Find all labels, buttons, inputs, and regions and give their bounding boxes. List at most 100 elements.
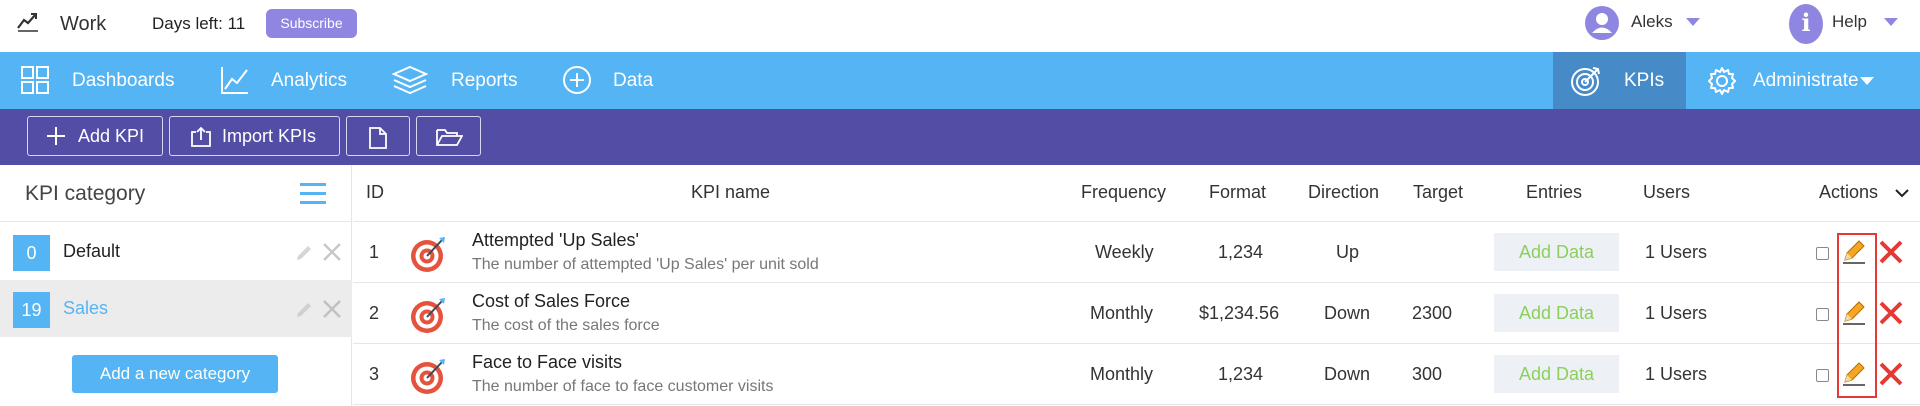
table-row[interactable]: 1 Attempted 'Up Sales' The number of att… xyxy=(353,222,1920,283)
column-header-frequency[interactable]: Frequency xyxy=(1081,182,1166,203)
import-kpis-button[interactable]: Import KPIs xyxy=(169,116,340,156)
kpi-users[interactable]: 1 Users xyxy=(1645,364,1707,385)
kpi-name[interactable]: Attempted 'Up Sales' xyxy=(472,230,639,251)
pencil-icon[interactable] xyxy=(294,243,314,263)
edit-column-highlight xyxy=(1837,233,1877,398)
gear-icon xyxy=(1708,67,1736,95)
column-header-users: Users xyxy=(1643,182,1691,202)
row-select-checkbox[interactable] xyxy=(1816,247,1829,260)
nav-dashboards-label: Dashboards xyxy=(72,70,175,91)
new-document-button[interactable] xyxy=(346,116,410,156)
close-icon[interactable] xyxy=(322,299,342,319)
kpi-format: 1,234 xyxy=(1218,242,1264,262)
sidebar-header: KPI category xyxy=(0,165,352,222)
category-label: Sales xyxy=(63,298,109,318)
add-kpi-button[interactable]: Add KPI xyxy=(27,116,163,156)
bullseye-target-icon xyxy=(411,298,445,333)
kpi-description: The number of face to face customer visi… xyxy=(472,378,774,395)
add-data-button[interactable]: Add Data xyxy=(1494,233,1619,271)
add-data-button[interactable]: Add Data xyxy=(1494,294,1619,332)
nav-data[interactable]: Data xyxy=(545,52,675,109)
top-bar: Work Days left: 11 Subscribe Aleks i Hel… xyxy=(0,0,1920,52)
column-header-id[interactable]: ID xyxy=(366,182,384,203)
row-id: 2 xyxy=(369,303,380,323)
add-kpi-label: Add KPI xyxy=(78,126,145,146)
add-data-button[interactable]: Add Data xyxy=(1494,355,1619,393)
table-row[interactable]: 2 Cost of Sales Force The cost of the sa… xyxy=(353,283,1920,344)
delete-x-icon[interactable] xyxy=(1878,300,1904,326)
main-navigation: Dashboards Analytics Reports Data KPIs A… xyxy=(0,52,1920,109)
kpi-direction: Up xyxy=(1336,242,1360,262)
row-select-checkbox[interactable] xyxy=(1816,308,1829,321)
nav-dashboards[interactable]: Dashboards xyxy=(0,52,200,109)
kpi-frequency: Monthly xyxy=(1090,364,1154,384)
kpi-toolbar: Add KPI Import KPIs xyxy=(0,109,1920,165)
user-menu-chevron-down-icon[interactable] xyxy=(1686,18,1700,26)
column-header-kpi-name[interactable]: KPI name xyxy=(691,182,770,203)
row-id: 1 xyxy=(369,242,380,262)
kpi-name[interactable]: Face to Face visits xyxy=(472,352,622,373)
user-avatar[interactable] xyxy=(1585,6,1619,40)
nav-administrate[interactable]: Administrate xyxy=(1686,52,1920,109)
kpi-users[interactable]: 1 Users xyxy=(1645,303,1707,324)
nav-data-label: Data xyxy=(613,70,654,91)
row-id: 3 xyxy=(369,364,380,384)
nav-analytics[interactable]: Analytics xyxy=(200,52,365,109)
kpi-target: 2300 xyxy=(1412,303,1453,323)
nav-reports-label: Reports xyxy=(451,70,518,91)
nav-reports[interactable]: Reports xyxy=(372,52,532,109)
nav-analytics-label: Analytics xyxy=(271,70,348,91)
kpi-users[interactable]: 1 Users xyxy=(1645,242,1707,263)
subscribe-button[interactable]: Subscribe xyxy=(266,9,357,38)
administrate-chevron-down-icon[interactable] xyxy=(1860,77,1874,85)
open-folder-button[interactable] xyxy=(416,116,481,156)
kpi-description: The cost of the sales force xyxy=(472,317,660,334)
help-menu-label[interactable]: Help xyxy=(1832,12,1867,32)
user-icon xyxy=(1592,13,1612,33)
table-row[interactable]: 3 Face to Face visits The number of face… xyxy=(353,344,1920,405)
kpi-format: $1,234.56 xyxy=(1199,303,1280,323)
document-icon xyxy=(369,127,387,149)
nav-kpis-active[interactable]: KPIs xyxy=(1553,52,1686,109)
bullseye-target-icon xyxy=(411,237,445,272)
nav-kpis-label: KPIs xyxy=(1624,70,1665,91)
import-icon xyxy=(191,126,211,147)
kpi-direction: Down xyxy=(1324,364,1371,384)
category-count-badge: 0 xyxy=(13,235,50,271)
line-chart-icon xyxy=(221,67,248,94)
nav-administrate-label: Administrate xyxy=(1753,70,1859,91)
column-header-entries: Entries xyxy=(1526,182,1583,202)
chevron-down-icon[interactable] xyxy=(1894,187,1910,199)
category-item-default[interactable]: 0 Default xyxy=(0,223,352,280)
kpi-table: ID KPI name Frequency Format Direction T… xyxy=(353,165,1920,406)
target-icon xyxy=(1571,67,1600,96)
hamburger-menu-icon[interactable] xyxy=(300,183,326,205)
help-info-icon[interactable]: i xyxy=(1789,4,1823,44)
column-header-direction[interactable]: Direction xyxy=(1308,182,1379,203)
sidebar-title: KPI category xyxy=(25,182,146,205)
category-item-sales[interactable]: 19 Sales xyxy=(0,280,352,337)
add-category-button[interactable]: Add a new category xyxy=(72,355,278,393)
delete-x-icon[interactable] xyxy=(1878,239,1904,265)
column-header-target[interactable]: Target xyxy=(1413,182,1463,203)
kpi-category-sidebar: KPI category 0 Default 19 Sales Add a ne… xyxy=(0,165,352,406)
column-header-format[interactable]: Format xyxy=(1209,182,1266,203)
trend-line-icon xyxy=(17,13,38,32)
pencil-icon[interactable] xyxy=(294,300,314,320)
close-icon[interactable] xyxy=(322,242,342,262)
category-label: Default xyxy=(63,241,121,261)
kpi-frequency: Monthly xyxy=(1090,303,1154,323)
kpi-target: 300 xyxy=(1412,364,1443,384)
help-menu-chevron-down-icon[interactable] xyxy=(1884,18,1898,26)
bullseye-target-icon xyxy=(411,359,445,394)
grid-icon xyxy=(21,66,49,94)
column-header-actions[interactable]: Actions xyxy=(1819,182,1878,203)
delete-x-icon[interactable] xyxy=(1878,361,1904,387)
folder-open-icon xyxy=(436,129,463,146)
kpi-format: 1,234 xyxy=(1218,364,1264,384)
layers-icon xyxy=(392,65,428,95)
row-select-checkbox[interactable] xyxy=(1816,369,1829,382)
import-kpis-label: Import KPIs xyxy=(222,126,317,146)
kpi-name[interactable]: Cost of Sales Force xyxy=(472,291,630,312)
user-menu-name[interactable]: Aleks xyxy=(1631,12,1673,32)
